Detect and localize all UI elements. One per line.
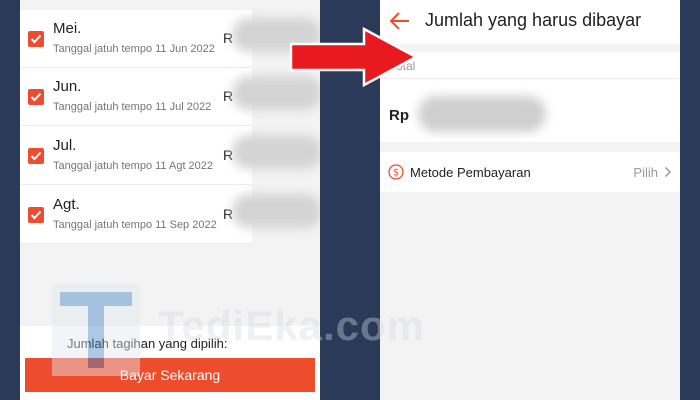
bill-item[interactable]: Mei. Tanggal jatuh tempo 11 Jun 2022 R xyxy=(20,10,252,68)
dollar-circle-icon: $ xyxy=(388,164,404,180)
bill-item[interactable]: Jul. Tanggal jatuh tempo 11 Agt 2022 R xyxy=(20,127,252,185)
checkbox-checked-icon[interactable] xyxy=(28,207,44,223)
bill-item[interactable]: Jun. Tanggal jatuh tempo 11 Jul 2022 R xyxy=(20,68,252,126)
bill-item[interactable]: Agt. Tanggal jatuh tempo 11 Sep 2022 R xyxy=(20,186,252,244)
checkbox-checked-icon[interactable] xyxy=(28,31,44,47)
bill-due-date: Tanggal jatuh tempo 11 Jun 2022 xyxy=(53,43,215,55)
red-arrow xyxy=(289,26,419,88)
currency-label: Rp xyxy=(389,107,409,124)
bill-due-date: Tanggal jatuh tempo 11 Jul 2022 xyxy=(53,101,212,113)
bill-month: Agt. xyxy=(53,196,80,213)
bill-due-date: Tanggal jatuh tempo 11 Agt 2022 xyxy=(53,160,214,172)
payment-amount-screen: Jumlah yang harus dibayar Total Rp $ Met… xyxy=(380,0,680,400)
watermark-logo xyxy=(52,284,140,376)
chevron-right-icon xyxy=(664,166,672,178)
bill-month: Mei. xyxy=(53,20,82,37)
blurred-total-amount xyxy=(418,96,546,132)
checkbox-checked-icon[interactable] xyxy=(28,89,44,105)
total-section: Total Rp xyxy=(380,52,680,142)
header: Jumlah yang harus dibayar xyxy=(380,0,680,44)
page-title: Jumlah yang harus dibayar xyxy=(425,10,642,30)
blurred-amount xyxy=(232,135,320,169)
choose-label[interactable]: Pilih xyxy=(633,165,658,180)
bill-list: Mei. Tanggal jatuh tempo 11 Jun 2022 R J… xyxy=(20,10,252,244)
checkbox-checked-icon[interactable] xyxy=(28,148,44,164)
blurred-amount xyxy=(232,194,320,228)
payment-method-label: Metode Pembayaran xyxy=(410,165,531,180)
bill-month: Jun. xyxy=(53,78,82,95)
svg-text:$: $ xyxy=(393,168,399,179)
divider xyxy=(380,78,680,79)
watermark-text: TediEka.com xyxy=(158,302,425,349)
payment-method-row[interactable]: $ Metode Pembayaran Pilih xyxy=(380,152,680,192)
bill-month: Jul. xyxy=(53,137,77,154)
bill-due-date: Tanggal jatuh tempo 11 Sep 2022 xyxy=(53,219,217,231)
